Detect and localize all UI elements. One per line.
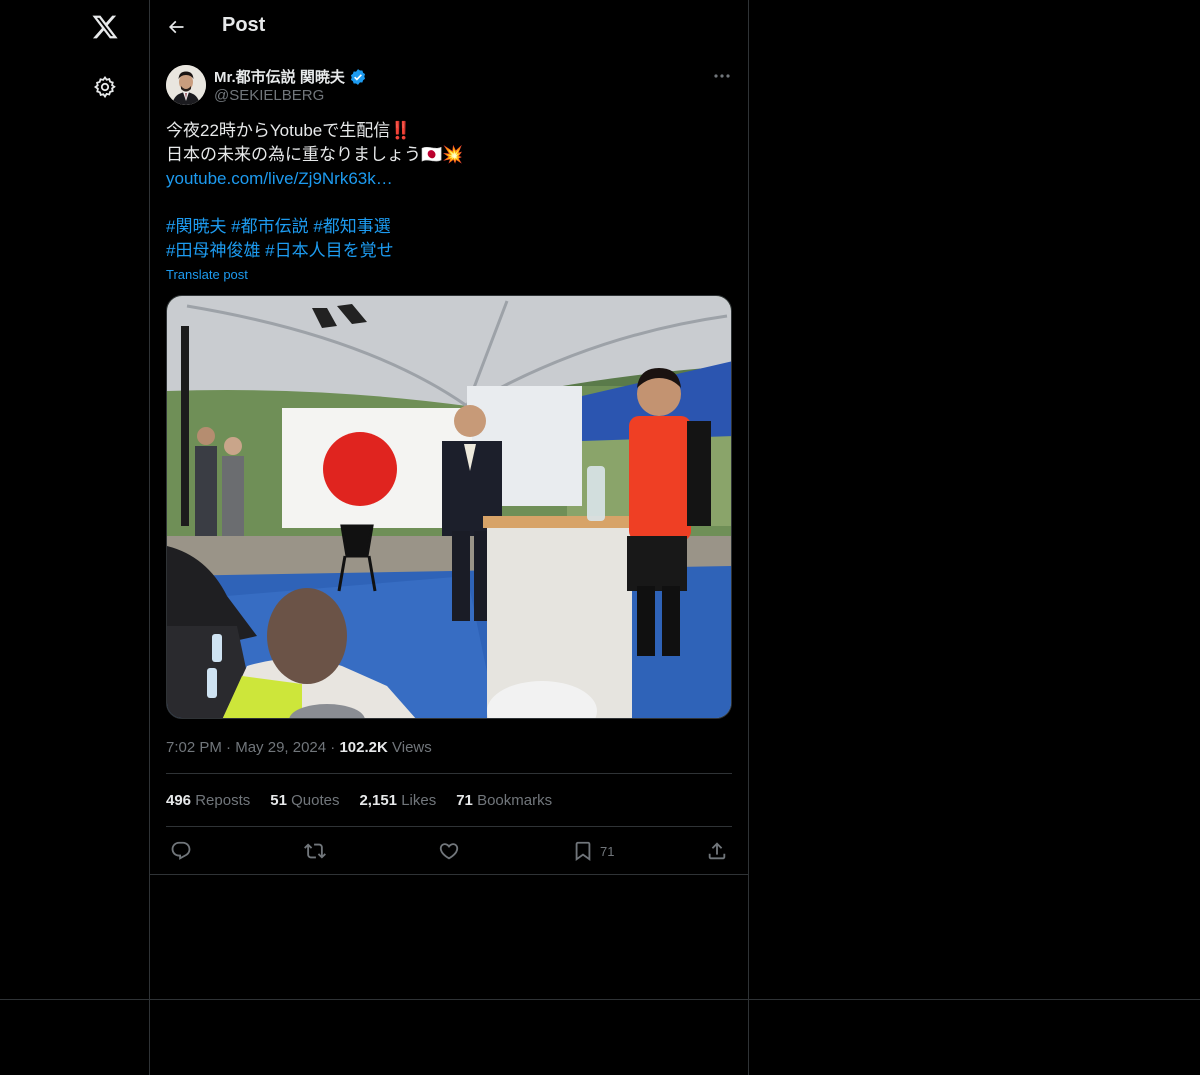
share-button[interactable] xyxy=(706,836,728,866)
left-nav xyxy=(0,0,150,1075)
page-divider xyxy=(0,999,1200,1000)
likes-stat[interactable]: 2,151 Likes xyxy=(359,792,436,809)
author-name[interactable]: Mr.都市伝説 関暁夫 xyxy=(214,66,367,87)
avatar-image xyxy=(166,65,206,105)
quotes-stat[interactable]: 51 Quotes xyxy=(270,792,339,809)
reply-button[interactable] xyxy=(170,836,192,866)
post-text-line-2: 日本の未来の為に重なりましょう🇯🇵💥 xyxy=(166,145,464,164)
divider xyxy=(166,773,732,774)
likes-count: 2,151 xyxy=(359,792,398,809)
photo-scene xyxy=(167,296,731,718)
bookmark-icon xyxy=(575,841,591,862)
author-handle[interactable]: @SEKIELBERG xyxy=(214,87,324,104)
bookmark-button[interactable]: 71 xyxy=(572,836,614,866)
back-button[interactable] xyxy=(160,11,192,43)
gear-icon[interactable] xyxy=(85,67,125,107)
reposts-stat[interactable]: 496 Reposts xyxy=(166,792,250,809)
app-root: Post Mr.都市伝説 関暁夫 @SEKIELBERG 今夜22時からYotu… xyxy=(0,0,1200,1075)
quotes-count: 51 xyxy=(270,792,287,809)
post-bottom-border xyxy=(150,874,748,875)
page-title: Post xyxy=(222,14,266,36)
bookmarks-stat[interactable]: 71 Bookmarks xyxy=(456,792,552,809)
engagement-stats: 496 Reposts 51 Quotes 2,151 Likes 71 Boo… xyxy=(166,792,552,809)
divider xyxy=(166,826,732,827)
avatar[interactable] xyxy=(166,65,206,105)
more-dots-icon xyxy=(714,74,730,78)
youtube-link[interactable]: youtube.com/live/Zj9Nrk63k… xyxy=(166,169,393,188)
likes-label: Likes xyxy=(401,792,437,809)
arrow-left-icon xyxy=(168,20,184,34)
post-text-line-1: 今夜22時からYotubeで生配信‼️ xyxy=(166,121,412,140)
post-meta: 7:02 PM · May 29, 2024 · 102.2K Views xyxy=(166,739,432,756)
views-count: 102.2K xyxy=(339,739,388,756)
hashtags-line-2[interactable]: #田母神俊雄 #日本人目を覚せ xyxy=(166,241,394,260)
bookmarks-count: 71 xyxy=(456,792,473,809)
verified-badge-icon xyxy=(350,68,365,85)
reply-icon xyxy=(171,841,191,860)
bookmark-count: 71 xyxy=(600,843,615,859)
like-button[interactable] xyxy=(438,836,460,866)
x-logo-icon[interactable] xyxy=(85,7,125,47)
post-date[interactable]: May 29, 2024 xyxy=(235,739,326,756)
translate-post-link[interactable]: Translate post xyxy=(166,267,248,282)
reposts-count: 496 xyxy=(166,792,192,809)
bookmarks-label: Bookmarks xyxy=(477,792,553,809)
hashtags-line-1[interactable]: #関暁夫 #都市伝説 #都知事選 xyxy=(166,217,391,236)
more-options-button[interactable] xyxy=(708,64,736,88)
separator-dot: · xyxy=(226,739,236,756)
repost-icon xyxy=(304,843,326,859)
page-header: Post xyxy=(150,0,748,54)
share-icon xyxy=(708,842,726,860)
main-column: Post Mr.都市伝説 関暁夫 @SEKIELBERG 今夜22時からYotu… xyxy=(150,0,749,1075)
quotes-label: Quotes xyxy=(291,792,340,809)
post-photo[interactable] xyxy=(166,295,732,719)
heart-icon xyxy=(439,843,459,860)
views-label: Views xyxy=(392,739,432,756)
reposts-label: Reposts xyxy=(195,792,251,809)
post-time[interactable]: 7:02 PM xyxy=(166,739,222,756)
action-bar: 71 xyxy=(166,836,732,866)
author-name-text: Mr.都市伝説 関暁夫 xyxy=(214,69,345,86)
post-text: 今夜22時からYotubeで生配信‼️ 日本の未来の為に重なりましょう🇯🇵💥 y… xyxy=(166,119,732,263)
repost-button[interactable] xyxy=(304,836,326,866)
